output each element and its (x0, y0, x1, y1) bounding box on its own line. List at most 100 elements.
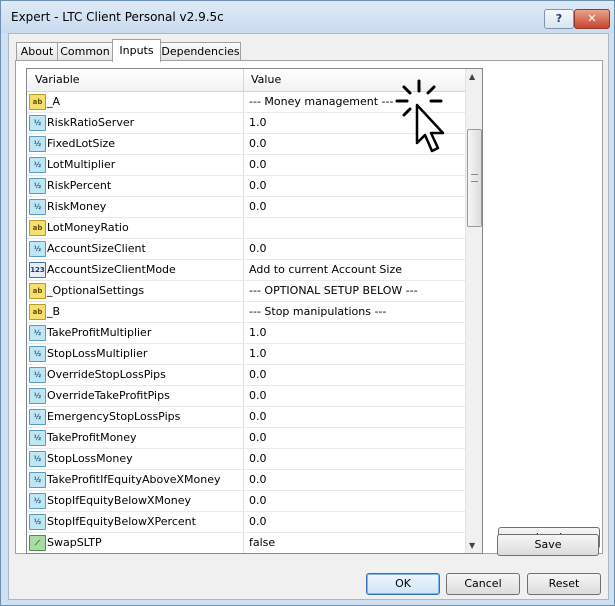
double-type-icon: ½ (29, 451, 46, 467)
double-type-icon: ½ (29, 325, 46, 341)
table-row[interactable]: ½ OverrideStopLossPips 0.0 (27, 365, 465, 386)
variable-value[interactable]: 0.0 (249, 452, 267, 465)
variable-value[interactable]: 1.0 (249, 116, 267, 129)
bool-type-icon: ⟋ (29, 535, 46, 551)
grip-icon (471, 174, 478, 182)
string-type-icon: ab (29, 94, 46, 110)
double-type-icon: ½ (29, 409, 46, 425)
variable-name: SwapSLTP (47, 536, 102, 549)
variable-value[interactable]: 0.0 (249, 158, 267, 171)
variable-value[interactable]: 1.0 (249, 326, 267, 339)
variable-value[interactable]: false (249, 536, 275, 549)
cell-divider (243, 239, 244, 259)
table-row[interactable]: ½ EmergencyStopLossPips 0.0 (27, 407, 465, 428)
scrollbar-thumb[interactable] (467, 129, 482, 227)
variable-name: StopLossMoney (47, 452, 133, 465)
cell-divider (243, 281, 244, 301)
table-row[interactable]: ½ TakeProfitMultiplier 1.0 (27, 323, 465, 344)
double-type-icon: ½ (29, 388, 46, 404)
cancel-button[interactable]: Cancel (446, 573, 520, 595)
cell-divider (243, 428, 244, 448)
column-divider[interactable] (243, 69, 244, 91)
double-type-icon: ½ (29, 472, 46, 488)
column-header-variable[interactable]: Variable (35, 73, 80, 86)
vertical-scrollbar[interactable]: ▲ ▼ (465, 69, 482, 553)
table-row[interactable]: ½ StopIfEquityBelowXPercent 0.0 (27, 512, 465, 533)
double-type-icon: ½ (29, 178, 46, 194)
table-row[interactable]: ½ LotMultiplier 0.0 (27, 155, 465, 176)
variable-name: OverrideStopLossPips (47, 368, 166, 381)
variable-value[interactable]: --- OPTIONAL SETUP BELOW --- (249, 284, 418, 297)
cell-divider (243, 449, 244, 469)
table-row[interactable]: ½ RiskMoney 0.0 (27, 197, 465, 218)
variable-name: StopLossMultiplier (47, 347, 148, 360)
variable-name: TakeProfitIfEquityAboveXMoney (47, 473, 221, 486)
table-row[interactable]: ½ StopIfEquityBelowXMoney 0.0 (27, 491, 465, 512)
table-row[interactable]: ½ TakeProfitMoney 0.0 (27, 428, 465, 449)
variable-name: TakeProfitMoney (47, 431, 137, 444)
table-row[interactable]: ½ AccountSizeClient 0.0 (27, 239, 465, 260)
double-type-icon: ½ (29, 136, 46, 152)
tab-about[interactable]: About (16, 42, 58, 61)
table-row[interactable]: ½ StopLossMoney 0.0 (27, 449, 465, 470)
cell-divider (243, 491, 244, 511)
double-type-icon: ½ (29, 367, 46, 383)
mouse-pointer-icon (395, 79, 445, 153)
variable-value[interactable]: 0.0 (249, 389, 267, 402)
tab-common[interactable]: Common (57, 42, 113, 61)
close-button[interactable]: ✕ (574, 9, 610, 29)
variable-name: _OptionalSettings (47, 284, 145, 297)
variable-name: TakeProfitMultiplier (47, 326, 152, 339)
variable-value[interactable]: 0.0 (249, 410, 267, 423)
table-row[interactable]: ½ TakeProfitIfEquityAboveXMoney 0.0 (27, 470, 465, 491)
cell-divider (243, 344, 244, 364)
variable-value[interactable]: 0.0 (249, 137, 267, 150)
cell-divider (243, 218, 244, 238)
column-header-value[interactable]: Value (251, 73, 281, 86)
variable-value[interactable]: Add to current Account Size (249, 263, 402, 276)
inputs-panel: Variable Value ab _A --- Money management … (15, 60, 603, 554)
variable-value[interactable]: --- Money management --- (249, 95, 393, 108)
cell-divider (243, 407, 244, 427)
title-bar[interactable]: Expert - LTC Client Personal v2.9.5c ? ✕ (1, 1, 614, 33)
variable-value[interactable]: 0.0 (249, 515, 267, 528)
table-row[interactable]: ½ RiskPercent 0.0 (27, 176, 465, 197)
scroll-up-arrow-icon[interactable]: ▲ (469, 72, 475, 81)
table-row[interactable]: 123 AccountSizeClientMode Add to current A… (27, 260, 465, 281)
double-type-icon: ½ (29, 115, 46, 131)
variable-name: FixedLotSize (47, 137, 116, 150)
variable-name: StopIfEquityBelowXPercent (47, 515, 196, 528)
table-row[interactable]: ½ OverrideTakeProfitPips 0.0 (27, 386, 465, 407)
variable-value[interactable]: 0.0 (249, 494, 267, 507)
grid-rows: ab _A --- Money management --- ½ RiskRatioSe… (27, 92, 465, 553)
cell-divider (243, 323, 244, 343)
double-type-icon: ½ (29, 493, 46, 509)
table-row[interactable]: ab _B --- Stop manipulations --- (27, 302, 465, 323)
dialog-body: About Common Inputs Dependencies Variabl… (8, 33, 609, 600)
variable-value[interactable]: 0.0 (249, 200, 267, 213)
variable-value[interactable]: 1.0 (249, 347, 267, 360)
double-type-icon: ½ (29, 199, 46, 215)
table-row[interactable]: ⟋ SwapSLTP false (27, 533, 465, 553)
cell-divider (243, 470, 244, 490)
cell-divider (243, 134, 244, 154)
help-button[interactable]: ? (544, 9, 574, 29)
variable-value[interactable]: 0.0 (249, 368, 267, 381)
save-button[interactable]: Save (497, 534, 599, 556)
table-row[interactable]: ab _OptionalSettings --- OPTIONAL SETUP BE… (27, 281, 465, 302)
double-type-icon: ½ (29, 157, 46, 173)
scroll-down-arrow-icon[interactable]: ▼ (469, 541, 475, 550)
variable-value[interactable]: --- Stop manipulations --- (249, 305, 386, 318)
variable-value[interactable]: 0.0 (249, 179, 267, 192)
table-row[interactable]: ½ StopLossMultiplier 1.0 (27, 344, 465, 365)
variable-name: StopIfEquityBelowXMoney (47, 494, 192, 507)
ok-button[interactable]: OK (366, 573, 440, 595)
reset-button[interactable]: Reset (527, 573, 601, 595)
variable-value[interactable]: 0.0 (249, 242, 267, 255)
tab-dependencies[interactable]: Dependencies (160, 42, 241, 61)
table-row[interactable]: ab LotMoneyRatio (27, 218, 465, 239)
variable-value[interactable]: 0.0 (249, 431, 267, 444)
variable-value[interactable]: 0.0 (249, 473, 267, 486)
tab-inputs[interactable]: Inputs (112, 39, 161, 62)
double-type-icon: ½ (29, 514, 46, 530)
